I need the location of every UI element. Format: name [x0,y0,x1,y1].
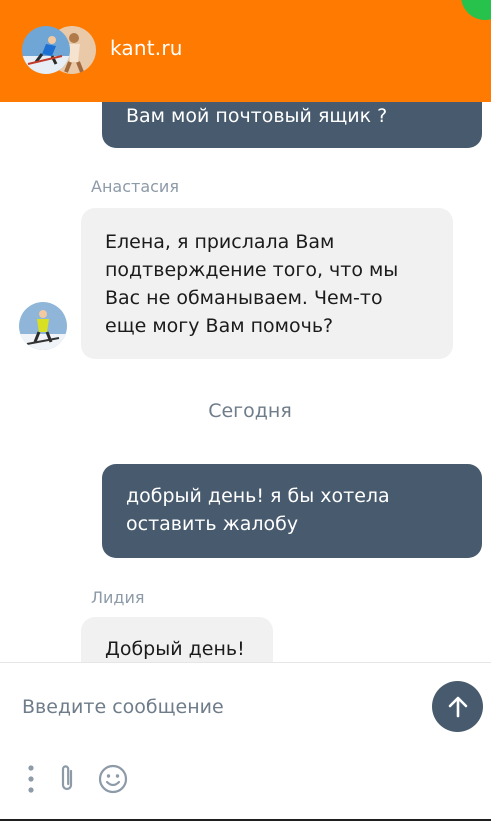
message-text: Елена, я прислала Вам подтверждение того… [105,231,399,337]
author-name: Лидия [91,588,145,607]
more-options-button[interactable] [14,761,48,797]
emoji-icon [98,764,128,794]
online-status-dot [461,0,491,20]
author-name: Анастасия [91,177,179,196]
arrow-up-icon [448,696,467,717]
operator-avatars [22,26,102,74]
brand-name[interactable]: kant.ru [110,36,183,60]
attach-button[interactable] [50,761,84,797]
message-input[interactable] [22,691,417,723]
chat-header: kant.ru [0,0,491,102]
composer [0,662,491,819]
message-list[interactable]: Вам мой почтовый ящик ? Анастасия Елена,… [0,102,491,662]
message-text: Добрый день! [105,638,245,660]
more-dots-icon [28,765,34,793]
operator-avatar-skier [22,26,70,74]
agent-avatar [19,302,67,350]
message-outgoing: Вам мой почтовый ящик ? [102,102,482,148]
send-button[interactable] [432,681,483,732]
paperclip-icon [61,765,73,791]
date-separator: Сегодня [208,400,292,422]
message-incoming: Елена, я прислала Вам подтверждение того… [81,208,453,359]
chat-widget: kant.ru Вам мой почтовый ящик ? Анастаси… [0,0,491,821]
message-outgoing: добрый день! я бы хотела оставить жалобу [102,464,482,558]
message-incoming: Добрый день! [81,617,273,662]
message-text: добрый день! я бы хотела оставить жалобу [126,485,390,535]
message-text: Вам мой почтовый ящик ? [126,105,388,127]
emoji-button[interactable] [96,761,130,797]
